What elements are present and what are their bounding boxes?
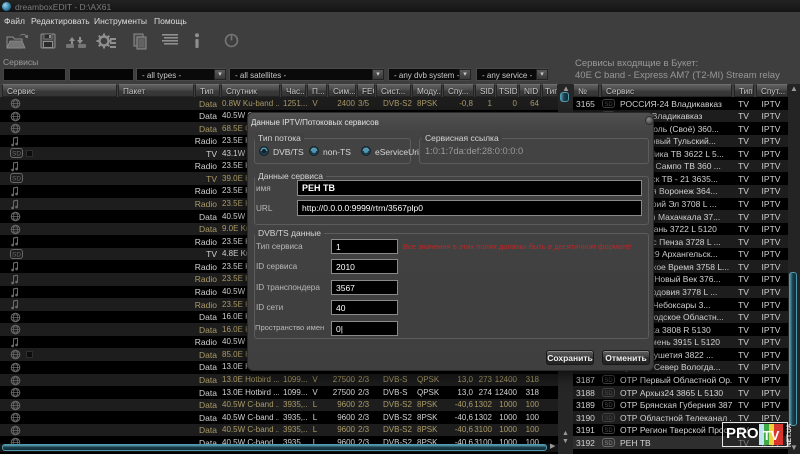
svg-text:TV: TV bbox=[763, 428, 780, 443]
svg-text:SD: SD bbox=[12, 251, 21, 258]
svg-text:SD: SD bbox=[604, 416, 613, 422]
svg-text:SD: SD bbox=[604, 428, 613, 434]
svg-text:SD: SD bbox=[12, 176, 21, 183]
svg-text:SD: SD bbox=[604, 403, 613, 409]
svg-text:SD: SD bbox=[604, 102, 613, 108]
svg-text:SD: SD bbox=[604, 378, 613, 384]
svg-text:SD: SD bbox=[604, 441, 613, 447]
svg-text:SD: SD bbox=[604, 391, 613, 397]
svg-text:SD: SD bbox=[12, 151, 21, 158]
